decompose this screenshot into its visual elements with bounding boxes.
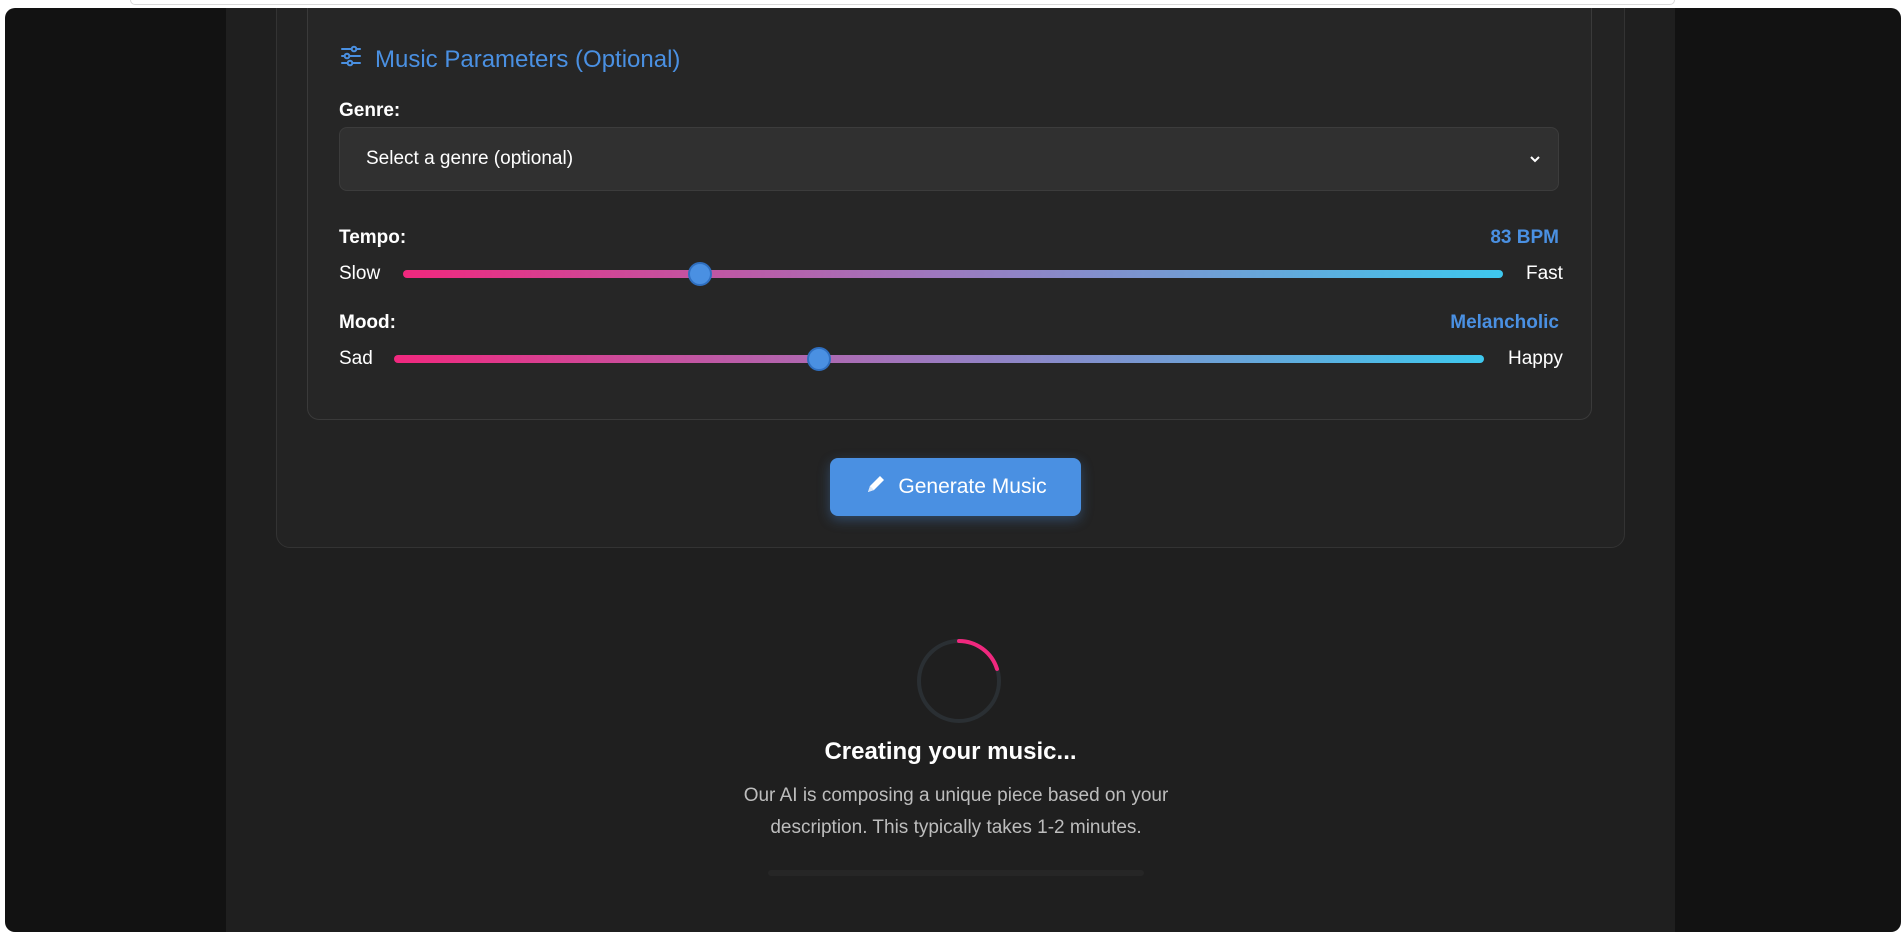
- loading-spinner: [917, 639, 1001, 723]
- tempo-min-label: Slow: [339, 263, 381, 284]
- tempo-label: Tempo:: [339, 227, 407, 248]
- sliders-icon: [339, 44, 363, 75]
- genre-select[interactable]: Select a genre (optional): [339, 127, 1559, 191]
- genre-label: Genre:: [339, 100, 401, 121]
- pencil-icon: [864, 472, 888, 502]
- mood-min-label: Sad: [339, 348, 373, 369]
- generate-music-label: Generate Music: [898, 475, 1047, 498]
- main-content: Music Parameters (Optional) Genre: Selec…: [226, 8, 1675, 932]
- section-header: Music Parameters (Optional): [339, 44, 680, 75]
- generate-music-button[interactable]: Generate Music: [830, 458, 1081, 516]
- browser-chrome-edge: [130, 0, 1675, 5]
- mood-value: Melancholic: [1450, 312, 1559, 333]
- mood-slider-thumb[interactable]: [807, 347, 832, 371]
- section-title: Music Parameters (Optional): [375, 45, 681, 73]
- viewport: Music Parameters (Optional) Genre: Selec…: [5, 8, 1901, 932]
- mood-slider[interactable]: [394, 347, 1484, 371]
- tempo-slider-thumb[interactable]: [688, 262, 712, 286]
- loading-description-line-2: description. This typically takes 1-2 mi…: [770, 817, 1142, 838]
- tempo-max-label: Fast: [1526, 263, 1563, 284]
- tempo-value: 83 BPM: [1490, 227, 1559, 248]
- loading-description-line-1: Our AI is composing a unique piece based…: [743, 785, 1169, 806]
- mood-max-label: Happy: [1508, 348, 1563, 369]
- loading-title: Creating your music...: [824, 738, 1077, 765]
- loading-description: Our AI is composing a unique piece based…: [706, 780, 1206, 844]
- genre-select-value: Select a genre (optional): [366, 148, 574, 169]
- mood-label: Mood:: [339, 312, 396, 333]
- tempo-slider[interactable]: [403, 262, 1503, 286]
- chevron-down-icon: [1526, 150, 1544, 168]
- progress-bar: [768, 870, 1144, 876]
